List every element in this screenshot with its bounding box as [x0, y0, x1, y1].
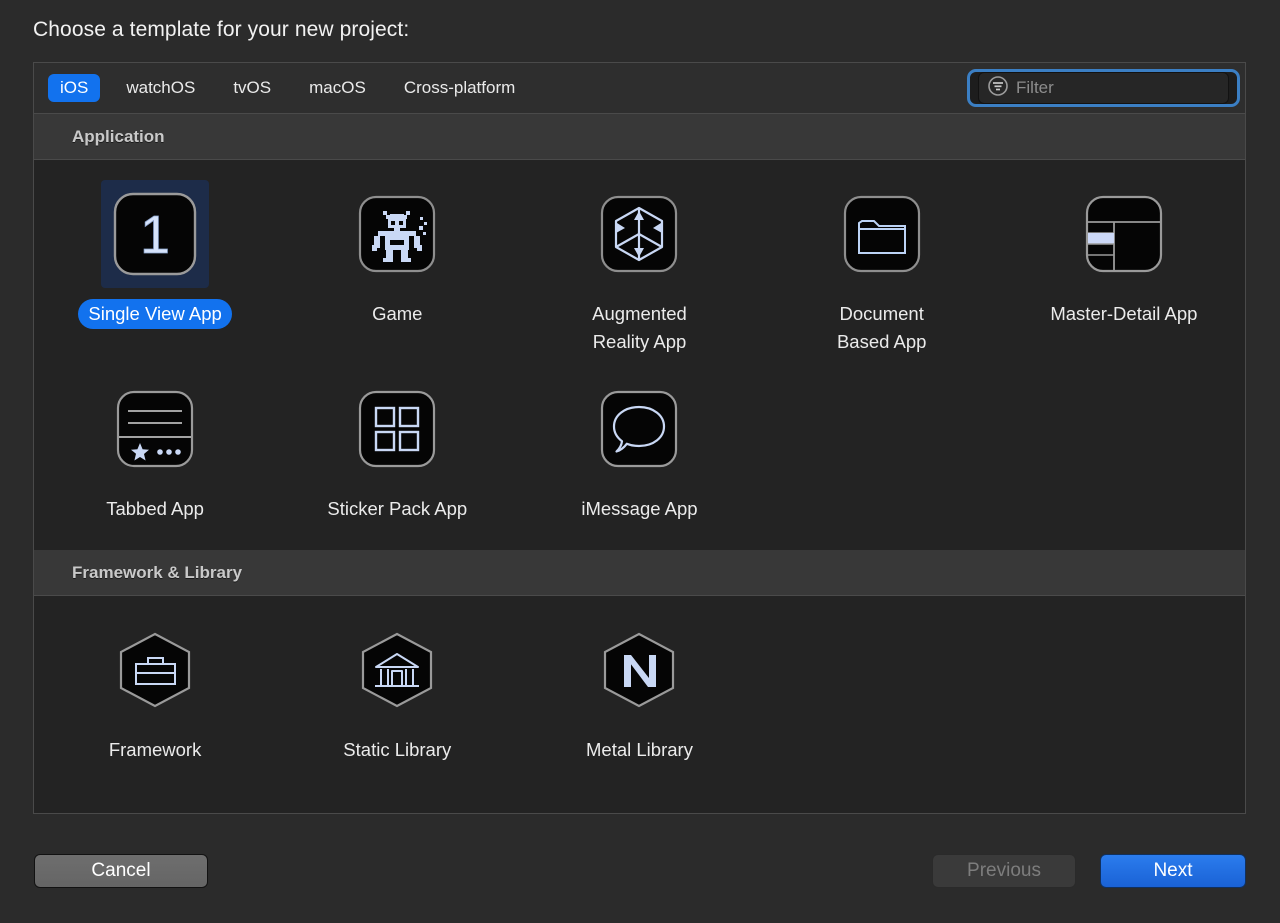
section-header-framework-library: Framework & Library: [34, 550, 1245, 596]
template-label: Single View App: [78, 299, 232, 329]
grid-spacer: [761, 604, 1003, 771]
application-template-grid: 1 Single View App Game Augmented Reality…: [34, 168, 1245, 530]
template-label: Master-Detail App: [1050, 303, 1198, 324]
template-label: Document Based App: [836, 303, 927, 352]
sticker-pack-grid-icon: [343, 375, 451, 483]
cancel-button[interactable]: Cancel: [34, 854, 208, 888]
template-tile-imessage-app[interactable]: iMessage App: [518, 363, 760, 530]
grid-spacer: [1003, 363, 1245, 530]
svg-text:1: 1: [140, 205, 170, 265]
tab-ios[interactable]: iOS: [48, 74, 101, 102]
platform-tabbar: iOS watchOS tvOS macOS Cross-platform Fi…: [34, 63, 1245, 114]
tabbed-app-icon: [101, 375, 209, 483]
template-tile-metal-library[interactable]: Metal Library: [518, 604, 760, 771]
filter-icon[interactable]: [987, 75, 1009, 102]
dialog-footer: Cancel Previous Next: [0, 852, 1280, 896]
grid-spacer: [1003, 604, 1245, 771]
imessage-bubble-icon: [585, 375, 693, 483]
tab-cross-platform[interactable]: Cross-platform: [392, 74, 527, 102]
template-chooser-panel: iOS watchOS tvOS macOS Cross-platform Fi…: [33, 62, 1246, 814]
metal-library-m-hexagon-icon: [585, 616, 693, 724]
template-tile-document-based-app[interactable]: Document Based App: [761, 168, 1003, 363]
grid-spacer: [761, 363, 1003, 530]
tab-macos[interactable]: macOS: [297, 74, 378, 102]
next-button[interactable]: Next: [1100, 854, 1246, 888]
template-label: Sticker Pack App: [327, 498, 468, 519]
template-label: Tabbed App: [106, 498, 204, 519]
document-folder-icon: [828, 180, 936, 288]
framework-toolbox-hexagon-icon: [101, 616, 209, 724]
tab-tvos[interactable]: tvOS: [221, 74, 283, 102]
game-robot-icon: [343, 180, 451, 288]
template-label: Static Library: [343, 739, 452, 760]
template-tile-master-detail-app[interactable]: Master-Detail App: [1003, 168, 1245, 363]
template-label: Game: [372, 303, 423, 324]
previous-button[interactable]: Previous: [932, 854, 1076, 888]
filter-field[interactable]: Filter: [978, 72, 1229, 104]
template-tile-static-library[interactable]: Static Library: [276, 604, 518, 771]
static-library-building-hexagon-icon: [343, 616, 451, 724]
template-label: Framework: [108, 739, 202, 760]
section-body-framework-library: Framework Static Library Metal Library: [34, 596, 1245, 791]
single-view-app-icon: 1: [101, 180, 210, 288]
template-label: Augmented Reality App: [592, 303, 687, 352]
page-title: Choose a template for your new project:: [33, 18, 410, 41]
tab-watchos[interactable]: watchOS: [114, 74, 207, 102]
template-label: iMessage App: [581, 498, 698, 519]
section-header-application: Application: [34, 114, 1245, 160]
template-tile-game[interactable]: Game: [276, 168, 518, 363]
section-body-application: 1 Single View App Game Augmented Reality…: [34, 160, 1245, 550]
framework-library-template-grid: Framework Static Library Metal Library: [34, 604, 1245, 771]
new-project-template-dialog: Choose a template for your new project: …: [0, 0, 1280, 923]
template-tile-augmented-reality-app[interactable]: Augmented Reality App: [518, 168, 760, 363]
filter-placeholder: Filter: [1016, 78, 1054, 97]
filter-field-focus-ring: Filter: [967, 69, 1240, 107]
template-tile-sticker-pack-app[interactable]: Sticker Pack App: [276, 363, 518, 530]
template-tile-tabbed-app[interactable]: Tabbed App: [34, 363, 276, 530]
augmented-reality-cube-icon: [585, 180, 693, 288]
template-list-scrollarea[interactable]: Application 1 Single View App Game Augme…: [34, 114, 1245, 813]
template-tile-framework[interactable]: Framework: [34, 604, 276, 771]
template-label: Metal Library: [586, 739, 693, 760]
master-detail-split-icon: [1070, 180, 1178, 288]
template-tile-single-view-app[interactable]: 1 Single View App: [34, 168, 276, 363]
